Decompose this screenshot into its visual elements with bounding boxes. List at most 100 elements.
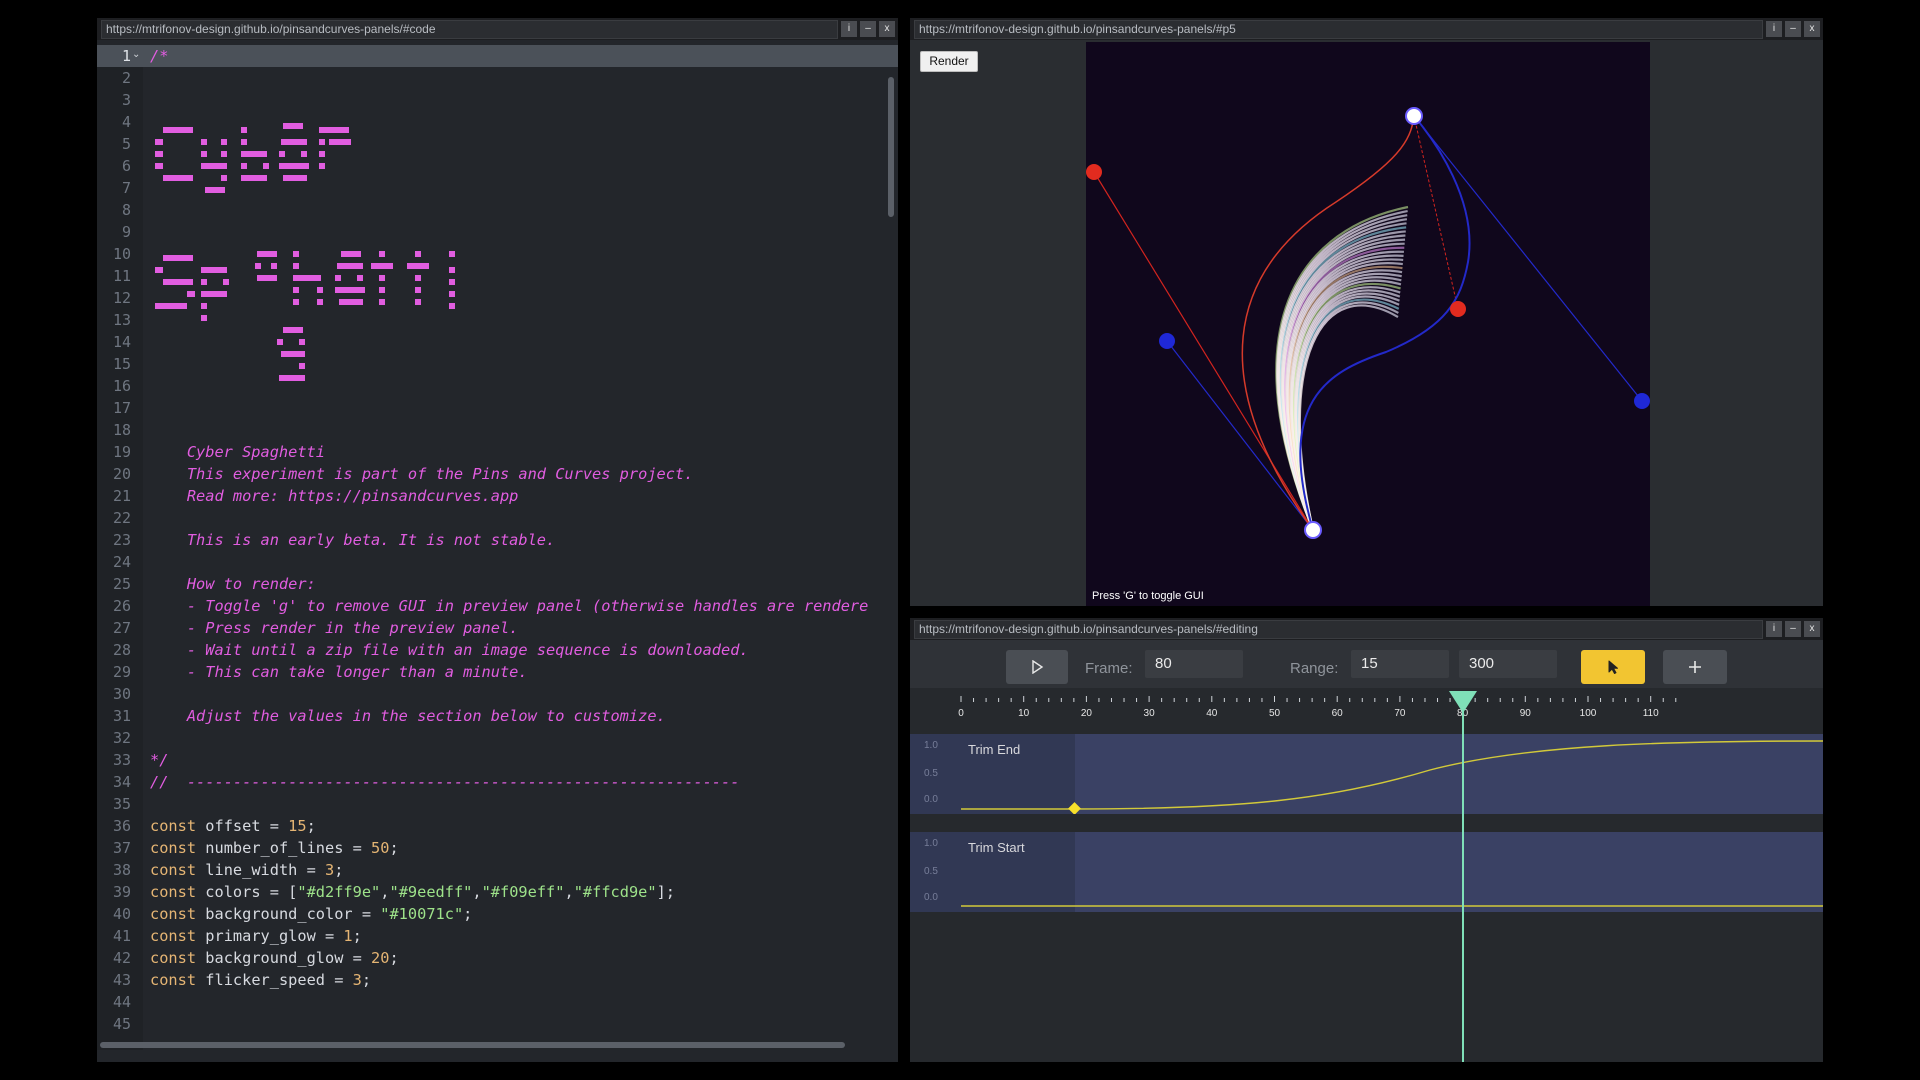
code-line[interactable]: 26 - Toggle 'g' to remove GUI in preview… — [97, 595, 898, 617]
minimize-button[interactable]: – — [1785, 621, 1801, 637]
token: - This can take longer than a minute. — [150, 663, 528, 681]
token: ; — [352, 927, 362, 945]
code-line[interactable]: 29 - This can take longer than a minute. — [97, 661, 898, 683]
ascii-pixel — [415, 299, 421, 305]
control-point-blue-left[interactable] — [1159, 333, 1175, 349]
code-line[interactable]: 45 — [97, 1013, 898, 1035]
code-line[interactable]: 32 — [97, 727, 898, 749]
code-line[interactable]: 22 — [97, 507, 898, 529]
anchor-point-bottom[interactable] — [1304, 521, 1322, 539]
code-line[interactable]: 20 This experiment is part of the Pins a… — [97, 463, 898, 485]
token: flicker_speed = — [196, 971, 353, 989]
code-panel-urlbar: https://mtrifonov-design.github.io/pinsa… — [97, 18, 898, 40]
code-line[interactable]: 34 // -----------------------------------… — [97, 771, 898, 793]
range-end-input[interactable]: 300 — [1459, 650, 1557, 678]
range-start-input[interactable]: 15 — [1351, 650, 1449, 678]
token: colors = [ — [196, 883, 298, 901]
code-line[interactable]: 30 — [97, 683, 898, 705]
select-tool-button[interactable] — [1581, 650, 1645, 684]
ascii-art-title — [155, 123, 455, 381]
code-panel-url[interactable]: https://mtrifonov-design.github.io/pinsa… — [101, 19, 838, 39]
line-source: This is an early beta. It is not stable. — [150, 529, 555, 551]
play-button[interactable] — [1006, 650, 1068, 684]
code-line[interactable]: 24 — [97, 551, 898, 573]
code-line[interactable]: 21 Read more: https://pinsandcurves.app — [97, 485, 898, 507]
line-source: - This can take longer than a minute. — [150, 661, 528, 683]
code-line[interactable]: 23 This is an early beta. It is not stab… — [97, 529, 898, 551]
timeline-ruler[interactable]: 0102030405060708090100110 — [910, 688, 1823, 726]
code-line[interactable]: 19 Cyber Spaghetti — [97, 441, 898, 463]
close-button[interactable]: x — [879, 21, 895, 37]
ascii-pixel — [163, 127, 193, 133]
line-source: - Toggle 'g' to remove GUI in preview pa… — [150, 595, 869, 617]
anchor-point-top[interactable] — [1405, 107, 1423, 125]
ascii-pixel — [293, 251, 299, 257]
code-line[interactable]: 31 Adjust the values in the section belo… — [97, 705, 898, 727]
preview-panel-url[interactable]: https://mtrifonov-design.github.io/pinsa… — [914, 19, 1763, 39]
curve-drawing[interactable] — [1086, 42, 1650, 606]
ruler-tick-label: 0 — [958, 708, 964, 719]
token: ; — [334, 861, 344, 879]
ascii-pixel — [449, 291, 455, 297]
token: background_glow = — [196, 949, 372, 967]
code-line[interactable]: 38 const line_width = 3; — [97, 859, 898, 881]
token: 50 — [371, 839, 390, 857]
control-point-red-right[interactable] — [1450, 301, 1466, 317]
token: Adjust the values in the section below t… — [150, 707, 666, 725]
code-line[interactable]: 41 const primary_glow = 1; — [97, 925, 898, 947]
code-line[interactable]: 37 const number_of_lines = 50; — [97, 837, 898, 859]
token: const — [150, 883, 197, 901]
line-number: 36 — [112, 817, 131, 835]
playhead-line[interactable] — [1461, 706, 1464, 1062]
code-line[interactable]: 33 */ — [97, 749, 898, 771]
token: "#f09eff" — [481, 883, 565, 901]
line-number: 13 — [112, 311, 131, 329]
track-trim-end[interactable]: 1.0 0.5 0.0 Trim End — [910, 734, 1823, 814]
vertical-scrollbar[interactable] — [888, 77, 894, 217]
token: "#9eedff" — [389, 883, 473, 901]
code-line[interactable]: 43 const flicker_speed = 3; — [97, 969, 898, 991]
code-line[interactable]: 40 const background_color = "#10071c"; — [97, 903, 898, 925]
playhead-handle[interactable] — [1448, 690, 1478, 714]
ascii-pixel — [201, 151, 207, 157]
preview-canvas[interactable]: Press 'G' to toggle GUI — [1086, 42, 1650, 606]
code-line[interactable]: 1 ⌄ /* — [97, 45, 898, 67]
line-number: 41 — [112, 927, 131, 945]
code-line[interactable]: 44 — [97, 991, 898, 1013]
code-line[interactable]: 27 - Press render in the preview panel. — [97, 617, 898, 639]
info-button[interactable]: i — [841, 21, 857, 37]
code-line[interactable]: 42 const background_glow = 20; — [97, 947, 898, 969]
line-number: 18 — [112, 421, 131, 439]
timeline-panel-urlbar: https://mtrifonov-design.github.io/pinsa… — [910, 618, 1823, 640]
ascii-pixel — [415, 251, 421, 257]
ascii-pixel — [449, 267, 455, 273]
fold-chevron-icon[interactable]: ⌄ — [132, 49, 140, 60]
code-editor[interactable]: 1 ⌄/* 2 3 4 5 6 7 8 9 10 11 12 13 14 15 16 17 18 19 Cyber S… — [97, 45, 898, 1050]
code-line[interactable]: 36 const offset = 15; — [97, 815, 898, 837]
line-number: 29 — [112, 663, 131, 681]
token: "#d2ff9e" — [297, 883, 381, 901]
minimize-button[interactable]: – — [860, 21, 876, 37]
render-button[interactable]: Render — [920, 51, 978, 72]
add-track-button[interactable] — [1663, 650, 1727, 684]
close-button[interactable]: x — [1804, 21, 1820, 37]
control-point-blue-right[interactable] — [1634, 393, 1650, 409]
horizontal-scrollbar[interactable] — [100, 1042, 845, 1048]
track-trim-start[interactable]: 1.0 0.5 0.0 Trim Start — [910, 832, 1823, 912]
code-line[interactable]: 39 const colors = ["#d2ff9e","#9eedff","#… — [97, 881, 898, 903]
code-line[interactable]: 18 — [97, 419, 898, 441]
ascii-pixel — [279, 375, 305, 381]
code-line[interactable]: 35 — [97, 793, 898, 815]
minimize-button[interactable]: – — [1785, 21, 1801, 37]
control-point-red-top[interactable] — [1086, 164, 1102, 180]
line-number: 17 — [112, 399, 131, 417]
token: ; — [361, 971, 372, 989]
info-button[interactable]: i — [1766, 21, 1782, 37]
timeline-panel-url[interactable]: https://mtrifonov-design.github.io/pinsa… — [914, 619, 1763, 639]
code-line[interactable]: 28 - Wait until a zip file with an image… — [97, 639, 898, 661]
info-button[interactable]: i — [1766, 621, 1782, 637]
keyframe-diamond[interactable] — [1068, 802, 1081, 814]
code-line[interactable]: 25 How to render: — [97, 573, 898, 595]
frame-input[interactable]: 80 — [1145, 650, 1243, 678]
close-button[interactable]: x — [1804, 621, 1820, 637]
